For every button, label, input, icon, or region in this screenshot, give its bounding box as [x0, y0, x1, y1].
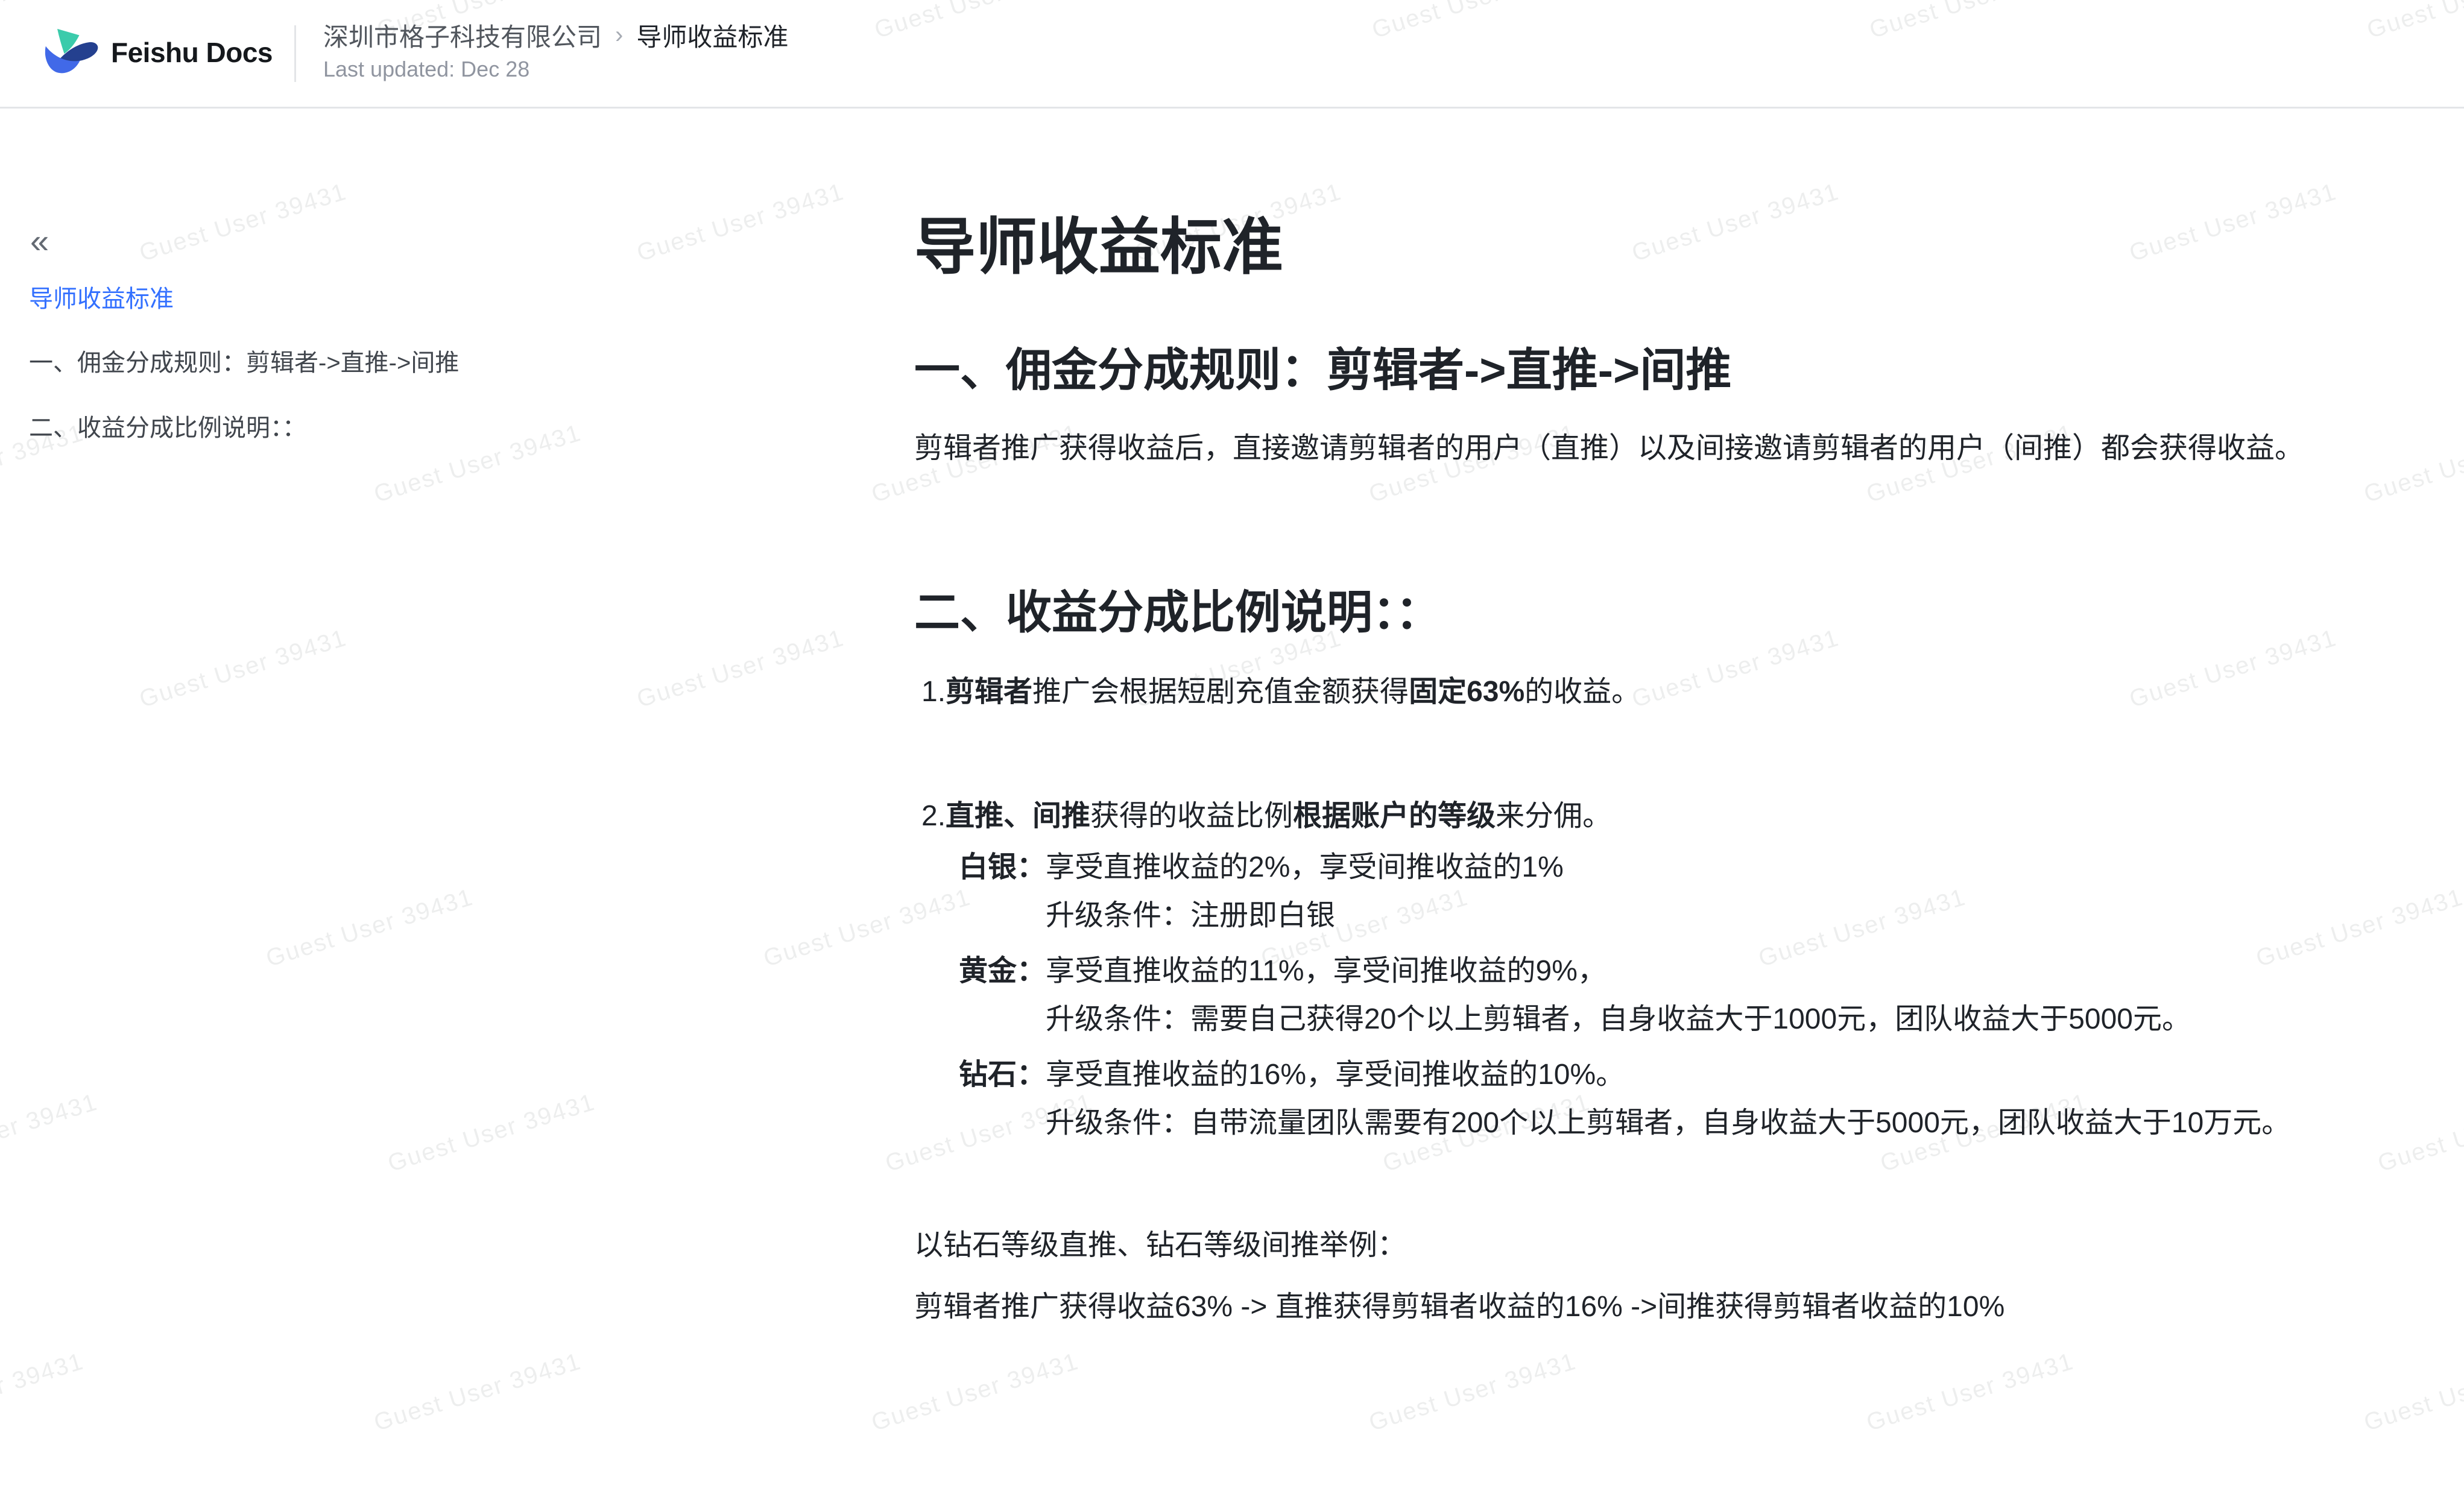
section-1-heading: 一、佣金分成规则：剪辑者->直推->间推: [914, 341, 1731, 401]
doc-content: 导师收益标准 一、佣金分成规则：剪辑者->直推->间推 剪辑者推广获得收益后，直…: [0, 107, 2464, 1494]
level-diamond-name: 钻石：: [959, 1051, 1046, 1099]
feishu-logo-icon[interactable]: [43, 25, 101, 86]
item1-tail: 的收益。: [1524, 676, 1640, 708]
level-list: 白银： 享受直推收益的2%，享受间推收益的1% 升级条件：注册即白银 黄金： 享…: [959, 843, 2290, 1155]
doc-title: 导师收益标准: [914, 208, 1283, 286]
breadcrumb-doc-title[interactable]: 导师收益标准: [636, 17, 788, 54]
item2-text: 获得的收益比例: [1090, 800, 1293, 832]
app-header: Feishu Docs 深圳市格子科技有限公司 › 导师收益标准 Last up…: [0, 0, 2464, 109]
breadcrumb-company[interactable]: 深圳市格子科技有限公司: [323, 17, 602, 54]
level-silver-benefit: 享受直推收益的2%，享受间推收益的1%: [1046, 843, 1564, 892]
item1-bold-rate: 固定63%: [1409, 676, 1524, 708]
item1-bold-editor: 剪辑者: [946, 676, 1032, 708]
level-gold: 黄金： 享受直推收益的11%，享受间推收益的9%， 升级条件：需要自己获得20个…: [959, 947, 2290, 1044]
level-silver-name: 白银：: [959, 843, 1046, 892]
item1-text: 推广会根据短剧充值金额获得: [1032, 676, 1409, 708]
list-item-2: 2.直推、间推获得的收益比例根据账户的等级来分佣。: [921, 796, 1611, 836]
level-silver-body: 享受直推收益的2%，享受间推收益的1% 升级条件：注册即白银: [1046, 843, 1564, 940]
item1-number: 1.: [921, 676, 946, 708]
level-gold-body: 享受直推收益的11%，享受间推收益的9%， 升级条件：需要自己获得20个以上剪辑…: [1046, 947, 2191, 1044]
app-title: Feishu Docs: [111, 36, 273, 69]
level-diamond-benefit: 享受直推收益的16%，享受间推收益的10%。: [1046, 1051, 2290, 1099]
level-diamond-upgrade: 升级条件：自带流量团队需要有200个以上剪辑者，自身收益大于5000元，团队收益…: [1046, 1099, 2290, 1147]
level-gold-benefit: 享受直推收益的11%，享受间推收益的9%，: [1046, 947, 2191, 995]
last-updated-label: Last updated: Dec 28: [323, 57, 529, 82]
example-intro: 以钻石等级直推、钻石等级间推举例：: [914, 1226, 1406, 1265]
level-gold-name: 黄金：: [959, 947, 1046, 995]
list-item-1: 1.剪辑者推广会根据短剧充值金额获得固定63%的收益。: [921, 672, 1640, 712]
section-2-heading: 二、收益分成比例说明：：: [914, 583, 1441, 643]
chevron-right-icon: ›: [615, 22, 623, 49]
item2-bold-referrals: 直推、间推: [946, 800, 1090, 832]
level-diamond-body: 享受直推收益的16%，享受间推收益的10%。 升级条件：自带流量团队需要有200…: [1046, 1051, 2290, 1147]
breadcrumb: 深圳市格子科技有限公司 › 导师收益标准: [323, 18, 788, 52]
level-gold-upgrade: 升级条件：需要自己获得20个以上剪辑者，自身收益大于1000元，团队收益大于50…: [1046, 995, 2191, 1044]
level-silver: 白银： 享受直推收益的2%，享受间推收益的1% 升级条件：注册即白银: [959, 843, 2290, 940]
level-silver-upgrade: 升级条件：注册即白银: [1046, 892, 1564, 940]
item2-tail: 来分佣。: [1496, 800, 1611, 832]
example-line: 剪辑者推广获得收益63% -> 直推获得剪辑者收益的16% ->间推获得剪辑者收…: [914, 1287, 2004, 1327]
item2-number: 2.: [921, 800, 946, 832]
item2-bold-level: 根据账户的等级: [1293, 800, 1496, 832]
section-1-paragraph: 剪辑者推广获得收益后，直接邀请剪辑者的用户（直推）以及间接邀请剪辑者的用户（间推…: [914, 429, 2304, 468]
level-diamond: 钻石： 享受直推收益的16%，享受间推收益的10%。 升级条件：自带流量团队需要…: [959, 1051, 2290, 1147]
header-divider: [294, 25, 296, 82]
